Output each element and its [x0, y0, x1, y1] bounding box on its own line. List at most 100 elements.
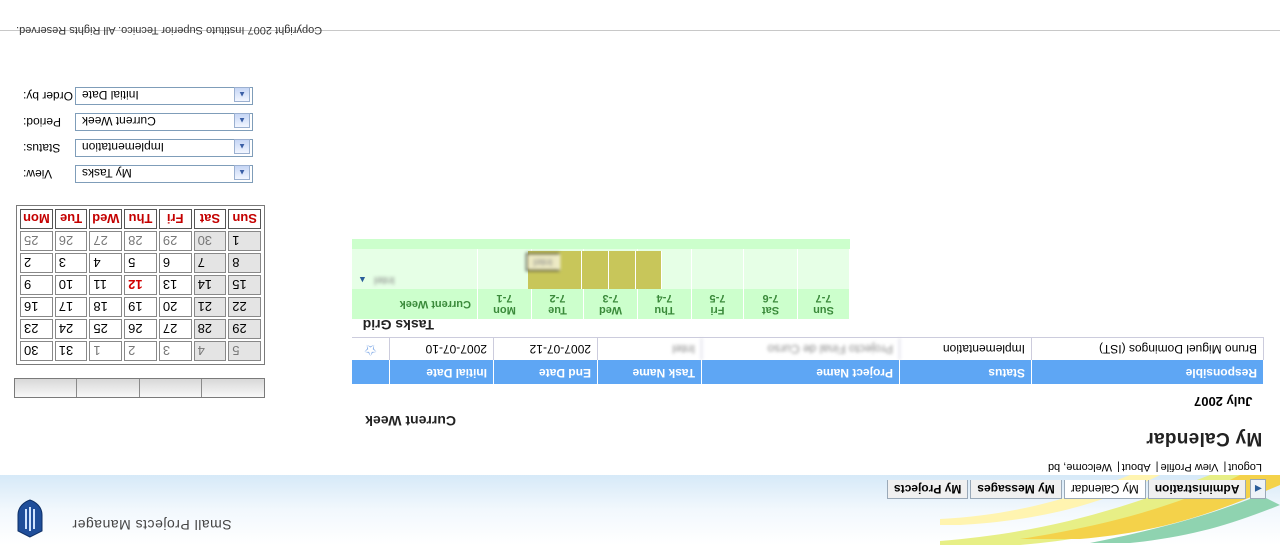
table-header: Responsible Status Project Name Task Nam…: [352, 360, 1264, 384]
current-week-title: Current Week: [365, 413, 456, 429]
order-by-label: Order by:: [23, 89, 74, 103]
cell-status: Implementation: [900, 338, 1032, 360]
calendar-day[interactable]: 27: [158, 319, 192, 339]
calendar-day[interactable]: 30: [20, 341, 53, 361]
page-title: My Calendar: [1146, 428, 1263, 449]
col-task-name[interactable]: Task Name: [598, 360, 702, 384]
star-icon[interactable]: ✩: [352, 338, 390, 360]
calendar-day[interactable]: 10: [54, 275, 88, 295]
app-logo-icon: [17, 499, 43, 538]
calendar-day[interactable]: 21: [193, 297, 227, 317]
cell-initial-date: 2007-07-10: [390, 338, 494, 360]
menu-scroll-arrow[interactable]: ◀: [1250, 479, 1267, 499]
calendar-day[interactable]: 6: [158, 253, 192, 273]
view-label: View:: [23, 167, 53, 181]
calendar-day[interactable]: 23: [20, 319, 53, 339]
chevron-down-icon: ▲: [234, 139, 250, 154]
view-profile-link[interactable]: View Profile: [1161, 461, 1219, 473]
calendar-day[interactable]: 7: [193, 253, 227, 273]
calendar-day[interactable]: 25: [89, 319, 123, 339]
calendar-day[interactable]: 9: [20, 275, 53, 295]
weekday-header: Fri: [158, 209, 192, 229]
weekday-header: Sun: [228, 209, 261, 229]
about-link[interactable]: About: [1122, 461, 1151, 473]
weekday-header: Sat: [193, 209, 227, 229]
status-label: Status:: [23, 141, 61, 155]
col-initial-date[interactable]: Initial Date: [390, 360, 494, 384]
calendar-day[interactable]: 18: [89, 297, 123, 317]
calendar-day[interactable]: 3: [158, 341, 192, 361]
filter-panel: ▲ My Tasks View: ▲ Implementation Status…: [13, 83, 253, 187]
col-end-date[interactable]: End Date: [494, 360, 598, 384]
tab-my-projects[interactable]: My Projects: [887, 480, 969, 499]
calendar-day[interactable]: 2: [20, 253, 53, 273]
status-select[interactable]: ▲ Implementation: [75, 139, 253, 157]
chevron-down-icon: ▲: [234, 165, 250, 180]
tab-administration[interactable]: Administration: [1147, 480, 1247, 499]
next-month-button[interactable]: [139, 379, 202, 397]
calendar-day[interactable]: 8: [228, 253, 261, 273]
calendar-day[interactable]: 15: [228, 275, 261, 295]
cell-project-name[interactable]: Projecto Final de Curso: [702, 338, 900, 360]
calendar-day[interactable]: 19: [124, 297, 157, 317]
logout-link[interactable]: Logout: [1228, 461, 1262, 473]
calendar-day[interactable]: 27: [89, 231, 123, 251]
main-menu: ◀ Administration My Calendar My Messages…: [887, 479, 1267, 499]
col-project-name[interactable]: Project Name: [702, 360, 900, 384]
page-stage: Small Projects Manager ◀ Administration …: [0, 0, 1280, 545]
calendar-day[interactable]: 13: [158, 275, 192, 295]
day-sun: Sun 7-7: [798, 289, 850, 319]
col-responsible[interactable]: Responsible: [1032, 360, 1264, 384]
tasks-grid-row: ▲ Intel Intel: [352, 249, 850, 289]
calendar-day[interactable]: 28: [193, 319, 227, 339]
tab-my-calendar[interactable]: My Calendar: [1063, 480, 1146, 499]
calendar-day[interactable]: 11: [89, 275, 123, 295]
calendar-day[interactable]: 30: [193, 231, 227, 251]
col-status[interactable]: Status: [900, 360, 1032, 384]
calendar-day[interactable]: 22: [228, 297, 261, 317]
calendar-day[interactable]: 14: [193, 275, 227, 295]
calendar-day[interactable]: 2: [124, 341, 157, 361]
month-label: July 2007: [1194, 394, 1253, 409]
weekday-header: Wed: [89, 209, 123, 229]
day-fri: Fri 7-5: [692, 289, 744, 319]
next-year-button[interactable]: [201, 379, 264, 397]
weekday-header: Thu: [124, 209, 157, 229]
table-row[interactable]: Bruno Miguel Domingos (IST) Implementati…: [352, 337, 1264, 360]
calendar-day[interactable]: 16: [20, 297, 53, 317]
task-row-label-cell: ▲ Intel: [352, 249, 478, 289]
expand-arrow-icon[interactable]: ▲: [358, 275, 367, 285]
order-by-select[interactable]: ▲ Initial Date: [75, 87, 253, 105]
mini-calendar: 5 4 3 2 1 31 30 29 28 27 26 25 24 23 22 21 20 19 18 17 16 15 1…: [16, 205, 265, 365]
prev-year-button[interactable]: [15, 379, 77, 397]
filter-status: ▲ Implementation Status:: [13, 135, 253, 161]
cell-responsible: Bruno Miguel Domingos (IST): [1032, 338, 1264, 360]
day-wed: Wed 7-3: [584, 289, 638, 319]
prev-month-button[interactable]: [76, 379, 139, 397]
col-favorite: [352, 360, 390, 384]
calendar-day[interactable]: 4: [193, 341, 227, 361]
calendar-day[interactable]: 24: [54, 319, 88, 339]
calendar-day[interactable]: 17: [54, 297, 88, 317]
calendar-day[interactable]: 31: [54, 341, 88, 361]
calendar-day[interactable]: 28: [124, 231, 157, 251]
calendar-day[interactable]: 5: [228, 341, 261, 361]
calendar-day[interactable]: 1: [228, 231, 261, 251]
cell-task-name[interactable]: Intel: [598, 338, 702, 360]
calendar-day[interactable]: 3: [54, 253, 88, 273]
calendar-day[interactable]: 29: [228, 319, 261, 339]
calendar-day[interactable]: 26: [124, 319, 157, 339]
tab-my-messages[interactable]: My Messages: [970, 480, 1062, 499]
period-select[interactable]: ▲ Current Week: [75, 113, 253, 131]
calendar-day[interactable]: 26: [54, 231, 88, 251]
calendar-day[interactable]: 12: [124, 275, 157, 295]
view-select[interactable]: ▲ My Tasks: [75, 165, 253, 183]
chevron-down-icon: ▲: [234, 87, 250, 102]
calendar-day[interactable]: 20: [158, 297, 192, 317]
calendar-day[interactable]: 25: [20, 231, 53, 251]
welcome-text: Welcome, bd: [1047, 461, 1112, 473]
calendar-day[interactable]: 4: [89, 253, 123, 273]
calendar-day[interactable]: 5: [124, 253, 157, 273]
calendar-day[interactable]: 29: [158, 231, 192, 251]
calendar-day[interactable]: 1: [89, 341, 123, 361]
